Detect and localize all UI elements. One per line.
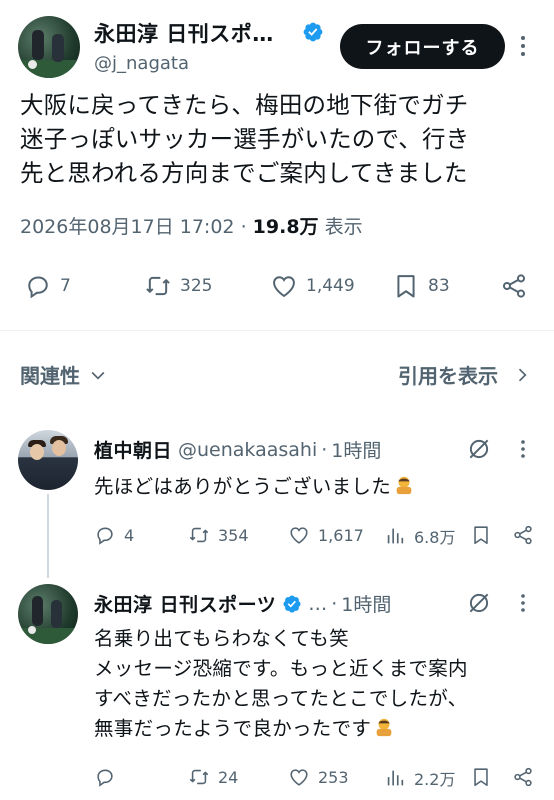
reply-like-button[interactable]: 1,617 (288, 524, 364, 546)
author-avatar[interactable] (18, 16, 80, 78)
views-count: 19.8万 (252, 216, 319, 238)
reply-share-button[interactable] (512, 524, 534, 546)
reply-separator: · (331, 592, 338, 615)
reply-share-button[interactable] (512, 766, 534, 788)
reply-time[interactable]: 1時間 (341, 590, 391, 617)
reply-retweet-count: 354 (218, 525, 249, 545)
reply-author-name[interactable]: 植中朝日 (94, 436, 172, 463)
tweet-datetime[interactable]: 2026年08月17日 17:02 (20, 216, 235, 238)
share-icon (502, 274, 526, 298)
heart-icon (273, 276, 295, 298)
chevron-down-icon (91, 371, 105, 380)
reply-reply-count: 4 (124, 525, 135, 545)
heart-icon (290, 769, 308, 786)
divider (0, 330, 554, 331)
tweet-text-line: 大阪に戻ってきたら、梅田の地下街でガチ (20, 91, 469, 119)
retweet-icon (189, 769, 209, 785)
reply-views-count: 2.2万 (414, 770, 456, 789)
meta-separator: · (240, 216, 247, 238)
reply-author-name[interactable]: 永田淳 日刊スポーツ (94, 590, 276, 617)
tweet-text-line: 先と思われる方向までご案内してきました (20, 159, 468, 187)
view-quotes-link[interactable]: 引用を表示 (398, 360, 532, 389)
reply-text: 名乗り出てもらわなくても笑 メッセージ恐縮です。もっと近くまで案内 すべきだった… (94, 624, 544, 744)
tweet-text-line: 迷子っぽいサッカー選手がいたので、行き (20, 125, 470, 153)
reply-bookmark-button[interactable] (470, 766, 492, 788)
retweet-count: 325 (180, 276, 213, 296)
like-count: 1,449 (306, 276, 355, 296)
reply-views-button[interactable]: 6.8万 (384, 524, 455, 548)
author-name[interactable]: 永田淳 日刊スポ… (94, 18, 274, 48)
reply-like-count: 253 (318, 767, 349, 787)
bookmark-icon (397, 275, 415, 298)
reply-count: 7 (60, 276, 71, 296)
views-label: 表示 (324, 216, 363, 238)
reply-icon (97, 527, 113, 545)
grok-icon[interactable] (466, 590, 492, 616)
tweet-meta: 2026年08月17日 17:02 · 19.8万 表示 (20, 212, 363, 239)
reply-views-button[interactable]: 2.2万 (384, 766, 455, 790)
share-icon (514, 525, 532, 545)
share-icon (514, 767, 532, 787)
reply-reply-button[interactable] (94, 766, 124, 788)
reply-retweet-button[interactable]: 24 (188, 766, 238, 788)
chevron-right-icon (518, 368, 527, 381)
reply-text-line: 無事だったようで良かったです (94, 717, 372, 740)
bowing-person-emoji-icon (376, 718, 392, 737)
reply-avatar[interactable] (18, 430, 78, 490)
reply-text-line: 先ほどはありがとうございました (94, 475, 392, 498)
reply-more-icon[interactable] (517, 438, 529, 460)
reply-bookmark-button[interactable] (470, 524, 492, 546)
like-button[interactable]: 1,449 (270, 272, 355, 300)
reply-author-handle[interactable]: @uenakaasahi (178, 439, 317, 461)
reply-button[interactable]: 7 (24, 272, 71, 300)
reply-time[interactable]: 1時間 (331, 436, 381, 463)
tweet-text: 大阪に戻ってきたら、梅田の地下街でガチ 迷子っぽいサッカー選手がいたので、行き … (20, 88, 540, 190)
reply-like-count: 1,617 (318, 525, 364, 545)
reply-text-line: すべきだったかと思ってたとこでしたが、 (94, 687, 468, 710)
bookmark-icon (474, 768, 488, 787)
thread-line (47, 494, 49, 578)
reply-retweet-button[interactable]: 354 (188, 524, 249, 546)
bookmark-count: 83 (428, 276, 450, 296)
reply-separator: · (321, 438, 328, 461)
share-button[interactable] (500, 272, 528, 300)
tweet-actions: 7 325 1,449 83 (0, 268, 554, 308)
retweet-button[interactable]: 325 (144, 272, 212, 300)
retweet-icon (189, 527, 209, 543)
bookmark-button[interactable]: 83 (392, 272, 450, 300)
analytics-icon (387, 528, 404, 544)
heart-icon (290, 527, 308, 544)
author-handle[interactable]: @j_nagata (94, 53, 189, 74)
analytics-icon (387, 770, 404, 786)
reply-text-line: メッセージ恐縮です。もっと近くまで案内 (94, 657, 468, 680)
reply-header: 植中朝日 @uenakaasahi · 1時間 (94, 436, 381, 463)
reply-like-button[interactable]: 253 (288, 766, 349, 788)
reply-views-count: 6.8万 (414, 528, 456, 547)
sort-relevance-dropdown[interactable]: 関連性 (20, 360, 108, 389)
reply-reply-button[interactable]: 4 (94, 524, 134, 546)
verified-badge-icon (302, 21, 324, 43)
verified-badge-icon (283, 594, 301, 613)
follow-button[interactable]: フォローする (340, 24, 505, 69)
bookmark-icon (474, 526, 488, 545)
bowing-person-emoji-icon (396, 476, 412, 495)
reply-text: 先ほどはありがとうございました (94, 472, 415, 502)
sort-label: 関連性 (20, 364, 80, 388)
reply-author-handle[interactable]: … (308, 593, 327, 615)
grok-icon[interactable] (466, 436, 492, 462)
reply-header: 永田淳 日刊スポーツ … · 1時間 (94, 590, 391, 617)
reply-icon (28, 276, 48, 299)
reply-retweet-count: 24 (218, 767, 239, 787)
reply-avatar[interactable] (18, 584, 78, 644)
reply-more-icon[interactable] (517, 592, 529, 614)
more-options-icon[interactable] (516, 34, 530, 58)
view-quotes-label: 引用を表示 (398, 364, 498, 388)
reply-icon (97, 769, 113, 787)
reply-text-line: 名乗り出てもらわなくても笑 (94, 627, 349, 650)
retweet-icon (146, 276, 170, 296)
